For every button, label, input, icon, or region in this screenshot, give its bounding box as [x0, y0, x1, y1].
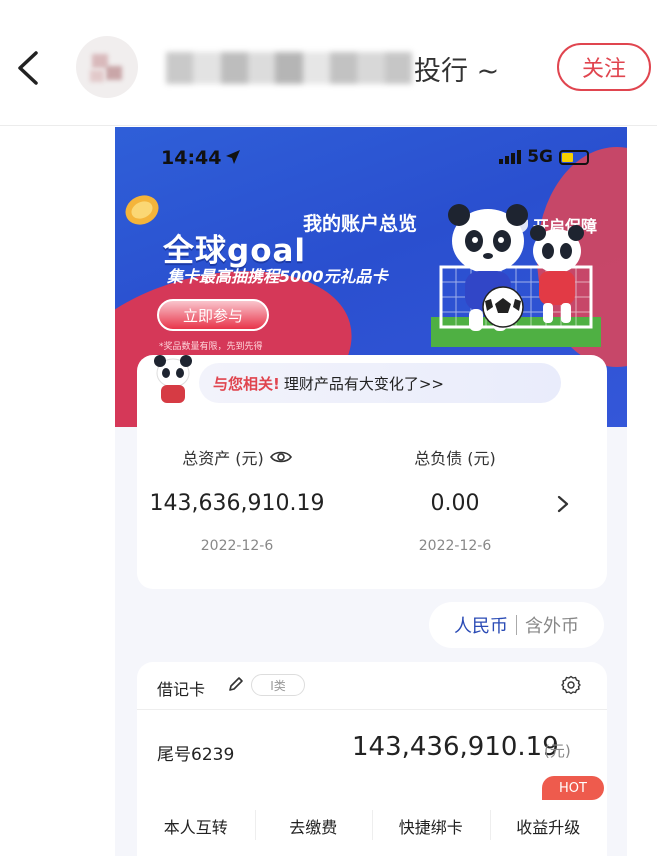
location-arrow-icon	[226, 150, 240, 164]
panda-mascot-illustration	[530, 225, 584, 323]
balance-unit: (元)	[544, 742, 571, 760]
total-assets-value: 143,636,910.19	[149, 491, 325, 516]
total-liabilities: 总负债 (元) 0.00 2022-12-6	[375, 445, 535, 554]
currency-rmb-option[interactable]: 人民币	[454, 612, 508, 638]
status-time: 14:44	[161, 147, 222, 169]
gear-icon[interactable]	[561, 675, 581, 695]
assets-summary-card[interactable]: 总资产 (元) 143,636,910.19 2022-12-6 总负债 (元)…	[137, 421, 607, 589]
total-liabilities-value: 0.00	[430, 491, 480, 516]
card-actions: 本人互转 去缴费 快捷绑卡 收益升级	[137, 796, 607, 856]
app-screenshot: 14:44 5G 我的账户总览 开启保障 全球goal 集卡最高抽携程5000元…	[115, 127, 627, 856]
total-liabilities-label: 总负债 (元)	[414, 449, 496, 468]
eye-icon[interactable]	[269, 450, 292, 464]
notice-bar: 与您相关! 理财产品有大变化了>>	[137, 355, 607, 421]
join-button[interactable]: 立即参与	[157, 299, 269, 331]
total-assets-label: 总资产 (元)	[182, 449, 264, 468]
panda-avatar-icon	[154, 355, 192, 403]
debit-card-panel: 借记卡 I类 尾号6239 143,436,910.19 (元) HOT 本人互…	[137, 662, 607, 856]
total-assets: 总资产 (元) 143,636,910.19 2022-12-6	[137, 445, 337, 554]
card-balance: 143,436,910.19	[352, 732, 559, 762]
quick-bind-card-button[interactable]: 快捷绑卡	[372, 796, 490, 856]
promo-subtitle: 集卡最高抽携程5000元礼品卡	[167, 267, 388, 286]
debit-card-header: 借记卡 I类	[137, 662, 607, 710]
chevron-right-icon[interactable]	[557, 495, 569, 513]
yield-upgrade-button[interactable]: 收益升级	[489, 796, 608, 856]
overview-title: 我的账户总览	[303, 213, 418, 235]
coin-icon	[125, 195, 159, 225]
blurred-account-name	[166, 52, 412, 84]
fine-print: *奖品数量有限，先到先得	[159, 342, 263, 352]
total-assets-date: 2022-12-6	[200, 538, 274, 554]
top-header: 投行 ~ 关注	[0, 0, 657, 126]
total-assets-label-row: 总资产 (元)	[137, 445, 337, 469]
card-tail-number: 尾号6239	[157, 745, 235, 765]
signal-icon	[499, 150, 522, 164]
back-arrow-icon[interactable]	[14, 50, 40, 86]
notice-highlight: 与您相关!	[213, 374, 280, 393]
account-name-suffix: 投行 ~	[414, 56, 500, 87]
network-type: 5G	[527, 147, 553, 167]
notice-message: 理财产品有大变化了>>	[283, 374, 444, 393]
debit-card-title: 借记卡	[157, 680, 206, 699]
notice-link[interactable]: 与您相关! 理财产品有大变化了>>	[199, 363, 561, 403]
divider	[516, 615, 517, 635]
transfer-self-button[interactable]: 本人互转	[137, 796, 255, 856]
currency-toggle: 人民币 含外币	[429, 602, 604, 648]
pencil-icon[interactable]	[227, 675, 245, 693]
currency-foreign-option[interactable]: 含外币	[525, 612, 579, 638]
avatar[interactable]	[76, 36, 138, 98]
soccer-ball-icon	[482, 286, 524, 328]
battery-icon	[559, 149, 589, 165]
pay-bills-button[interactable]: 去缴费	[254, 796, 373, 856]
total-liabilities-date: 2022-12-6	[418, 538, 492, 554]
card-tier-tag: I类	[251, 674, 305, 696]
status-indicators: 5G	[499, 147, 589, 167]
follow-button[interactable]: 关注	[557, 43, 651, 91]
